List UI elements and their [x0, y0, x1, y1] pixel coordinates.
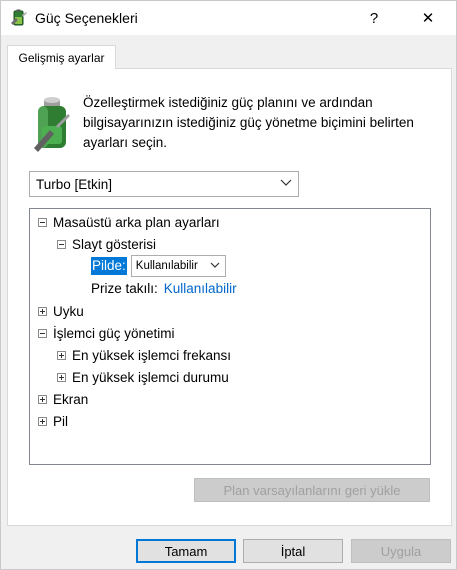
tree-item-label: Uyku	[53, 303, 84, 319]
collapse-icon[interactable]	[38, 217, 47, 227]
expand-icon[interactable]	[38, 306, 47, 316]
cancel-button[interactable]: İptal	[243, 539, 343, 563]
plugged-in-label: Prize takılı:	[91, 280, 158, 296]
power-plan-select[interactable]: Turbo [Etkin]	[29, 171, 299, 197]
power-options-dialog: Güç Seçenekleri ? ✕ Gelişmiş ayarlar Öze…	[0, 0, 457, 570]
ok-button[interactable]: Tamam	[136, 539, 236, 563]
tree-item-label: Masaüstü arka plan ayarları	[53, 214, 220, 230]
tree-item-plugged-in[interactable]: Prize takılı: Kullanılabilir	[91, 278, 237, 298]
title-bar: Güç Seçenekleri ? ✕	[1, 1, 456, 35]
collapse-icon[interactable]	[38, 328, 47, 338]
restore-defaults-button[interactable]: Plan varsayılanlarını geri yükle	[194, 478, 430, 502]
tree-item-desktop-background[interactable]: Masaüstü arka plan ayarları	[38, 212, 220, 232]
apply-button[interactable]: Uygula	[351, 539, 451, 563]
plugged-in-value-link[interactable]: Kullanılabilir	[164, 281, 237, 296]
tree-item-sleep[interactable]: Uyku	[38, 301, 84, 321]
tree-item-battery[interactable]: Pil	[38, 411, 68, 431]
power-plan-value: Turbo [Etkin]	[36, 176, 113, 192]
tree-item-max-processor-frequency[interactable]: En yüksek işlemci frekansı	[57, 345, 231, 365]
tree-item-display[interactable]: Ekran	[38, 389, 88, 409]
close-button[interactable]: ✕	[405, 1, 451, 35]
expand-icon[interactable]	[57, 372, 66, 382]
settings-tree[interactable]: Masaüstü arka plan ayarları Slayt göster…	[29, 208, 431, 465]
window-title: Güç Seçenekleri	[35, 10, 138, 26]
on-battery-value: Kullanılabilir	[135, 260, 198, 272]
tree-item-label: Ekran	[53, 391, 89, 407]
tree-item-label: İşlemci güç yönetimi	[53, 325, 175, 341]
tree-item-max-processor-state[interactable]: En yüksek işlemci durumu	[57, 367, 229, 387]
tree-item-on-battery[interactable]: Pilde: Kullanılabilir	[91, 254, 226, 278]
expand-icon[interactable]	[38, 394, 47, 404]
tree-item-label: Pil	[53, 413, 69, 429]
help-button[interactable]: ?	[351, 1, 397, 35]
tab-advanced-settings[interactable]: Gelişmiş ayarlar	[7, 45, 116, 69]
tree-item-slideshow[interactable]: Slayt gösterisi	[57, 234, 156, 254]
on-battery-select[interactable]: Kullanılabilir	[130, 255, 226, 277]
power-options-icon	[11, 9, 27, 26]
battery-icon	[34, 97, 70, 152]
settings-panel: Özelleştirmek istediğiniz güç planını ve…	[7, 68, 452, 526]
description-text: Özelleştirmek istediğiniz güç planını ve…	[83, 95, 414, 150]
chevron-down-icon	[280, 179, 292, 186]
tree-item-processor-power[interactable]: İşlemci güç yönetimi	[38, 323, 175, 343]
tree-item-label: En yüksek işlemci durumu	[72, 369, 229, 385]
chevron-down-icon	[210, 262, 220, 268]
expand-icon[interactable]	[57, 350, 66, 360]
tree-item-label: Slayt gösterisi	[72, 236, 157, 252]
on-battery-label: Pilde:	[91, 257, 127, 275]
collapse-icon[interactable]	[57, 239, 66, 249]
expand-icon[interactable]	[38, 416, 47, 426]
tree-item-label: En yüksek işlemci frekansı	[72, 347, 232, 363]
